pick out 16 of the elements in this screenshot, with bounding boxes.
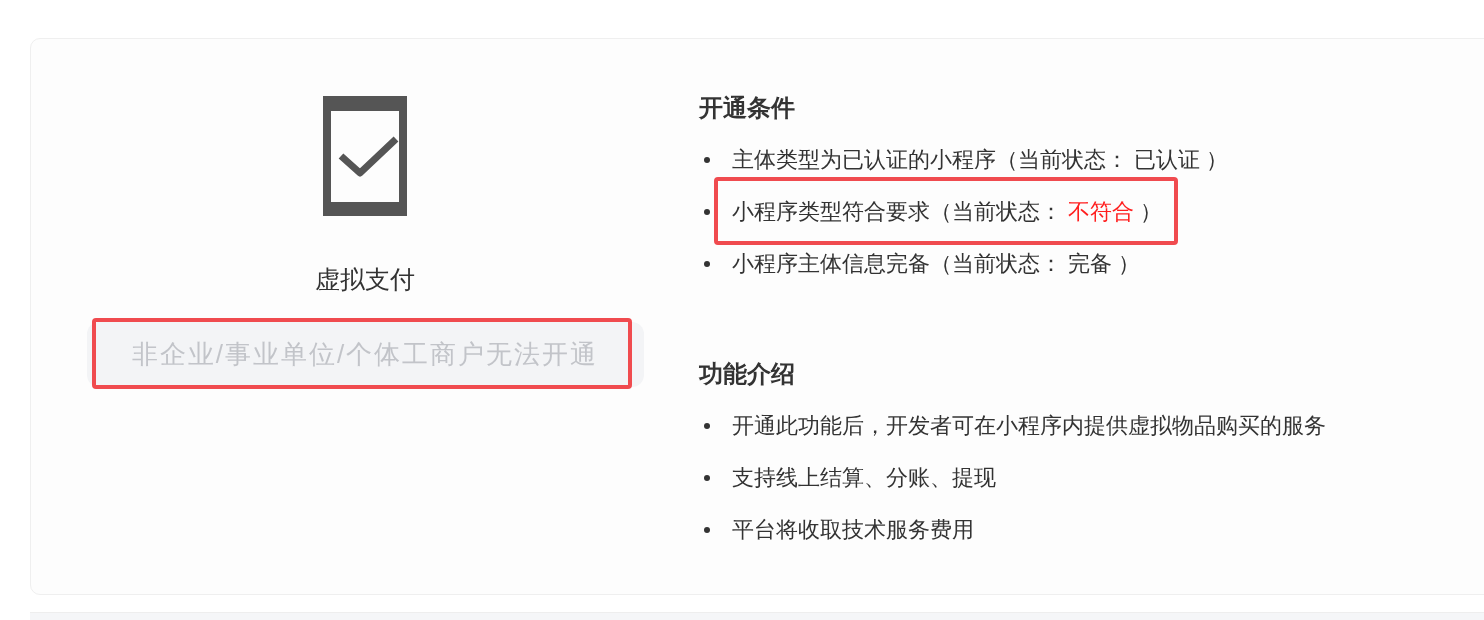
bullet-icon [704,475,710,481]
feature-text: 支持线上结算、分账、提现 [732,464,996,492]
condition-text: 小程序主体信息完备（当前状态： 完备 ） [732,250,1141,278]
bullet-icon [704,527,710,533]
bullet-icon [704,261,710,267]
feature-text: 开通此功能后，开发者可在小程序内提供虚拟物品购买的服务 [732,412,1326,440]
bullet-icon [704,157,710,163]
condition-text: 小程序类型符合要求（当前状态： 不符合 ） [732,198,1163,226]
bullet-icon [704,423,710,429]
section-heading: 开通条件 [699,93,796,123]
phone-check-icon [323,96,407,216]
section-heading: 功能介绍 [699,359,796,389]
feature-text: 平台将收取技术服务费用 [732,516,974,544]
feature-title: 虚拟支付 [315,264,415,295]
condition-text: 主体类型为已认证的小程序（当前状态： 已认证 ） [732,146,1229,174]
bullet-icon [704,209,710,215]
